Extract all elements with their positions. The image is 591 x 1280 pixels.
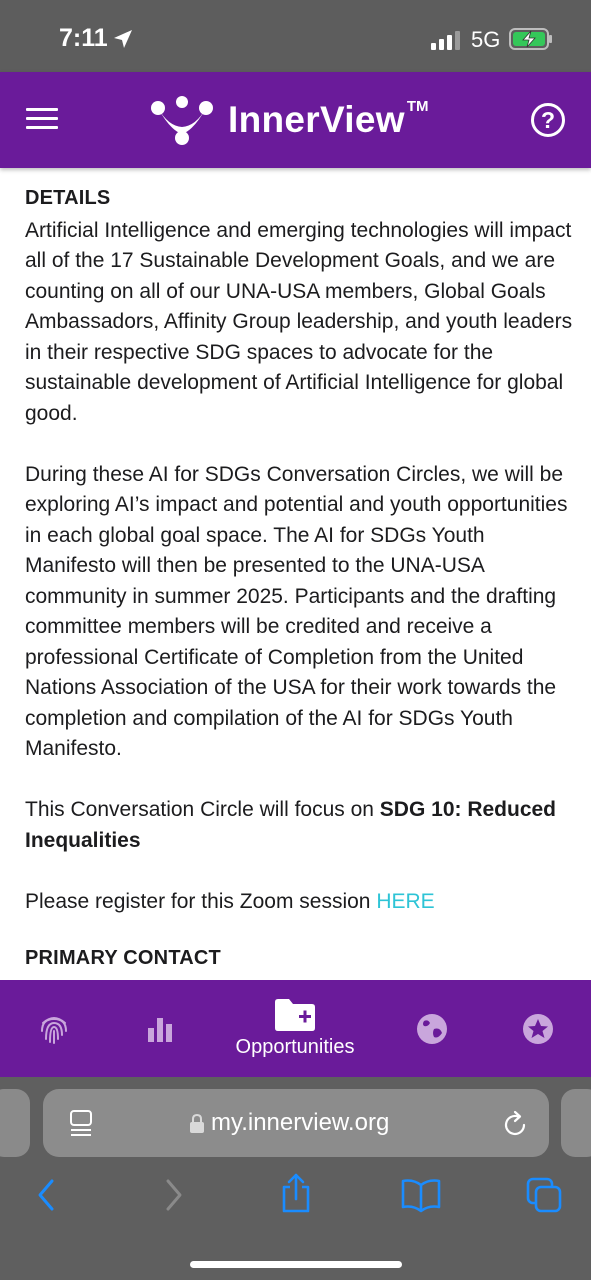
fingerprint-icon xyxy=(41,1016,67,1044)
tab-opportunities[interactable]: Opportunities xyxy=(220,980,370,1077)
primary-contact-heading: PRIMARY CONTACT xyxy=(25,947,221,969)
innerview-logo-mark-icon xyxy=(151,96,213,145)
back-icon[interactable] xyxy=(30,1177,70,1213)
previous-tab-preview[interactable] xyxy=(0,1089,30,1157)
details-content: DETAILS Artificial Intelligence and emer… xyxy=(25,168,573,980)
tab-opportunities-label: Opportunities xyxy=(235,1036,355,1058)
details-heading: DETAILS xyxy=(25,187,111,209)
trademark-symbol: TM xyxy=(406,97,429,115)
register-statement: Please register for this Zoom session HE… xyxy=(25,887,573,918)
tab-fingerprint[interactable] xyxy=(32,980,76,1077)
url-text: my.innerview.org xyxy=(211,1109,390,1136)
status-bar: 7:11 5G xyxy=(0,0,591,72)
address-bar[interactable]: my.innerview.org xyxy=(43,1089,549,1157)
cellular-signal-icon xyxy=(431,31,460,50)
forward-icon[interactable] xyxy=(156,1177,196,1213)
bookmarks-icon[interactable] xyxy=(400,1177,442,1213)
tab-globe[interactable] xyxy=(414,980,450,1077)
tab-stats[interactable] xyxy=(140,980,180,1077)
focus-prefix: This Conversation Circle will focus on xyxy=(25,798,380,821)
register-prefix: Please register for this Zoom session xyxy=(25,889,377,913)
globe-icon xyxy=(417,1013,447,1044)
focus-statement: This Conversation Circle will focus on S… xyxy=(25,795,573,856)
browser-chrome: my.innerview.org xyxy=(0,1077,591,1280)
page-menu-icon[interactable] xyxy=(69,1109,93,1137)
folder-plus-icon xyxy=(275,999,315,1031)
next-tab-preview[interactable] xyxy=(561,1089,591,1157)
hamburger-menu-icon[interactable] xyxy=(26,108,58,132)
network-type: 5G xyxy=(471,27,501,52)
status-time: 7:11 xyxy=(59,24,108,52)
bar-chart-icon xyxy=(148,1017,172,1042)
description-paragraph-1: Artificial Intelligence and emerging tec… xyxy=(25,218,573,425)
innerview-logo: InnerView TM xyxy=(148,94,428,146)
tabs-icon[interactable] xyxy=(526,1177,564,1213)
location-arrow-icon xyxy=(114,30,132,48)
lock-icon xyxy=(190,1113,204,1133)
star-badge-icon xyxy=(523,1013,553,1044)
share-icon[interactable] xyxy=(276,1173,316,1213)
battery-charging-icon xyxy=(509,28,552,50)
description-paragraph-2: During these AI for SDGs Conversation Ci… xyxy=(25,462,568,761)
bottom-tab-bar: Opportunities xyxy=(0,980,591,1077)
home-indicator[interactable] xyxy=(190,1261,402,1268)
brand-name: InnerView xyxy=(228,99,405,140)
app-header: InnerView TM ? xyxy=(0,72,591,168)
reload-icon[interactable] xyxy=(503,1109,529,1137)
help-icon[interactable]: ? xyxy=(531,103,565,137)
register-link[interactable]: HERE xyxy=(376,890,434,913)
tab-achievements[interactable] xyxy=(519,980,557,1077)
